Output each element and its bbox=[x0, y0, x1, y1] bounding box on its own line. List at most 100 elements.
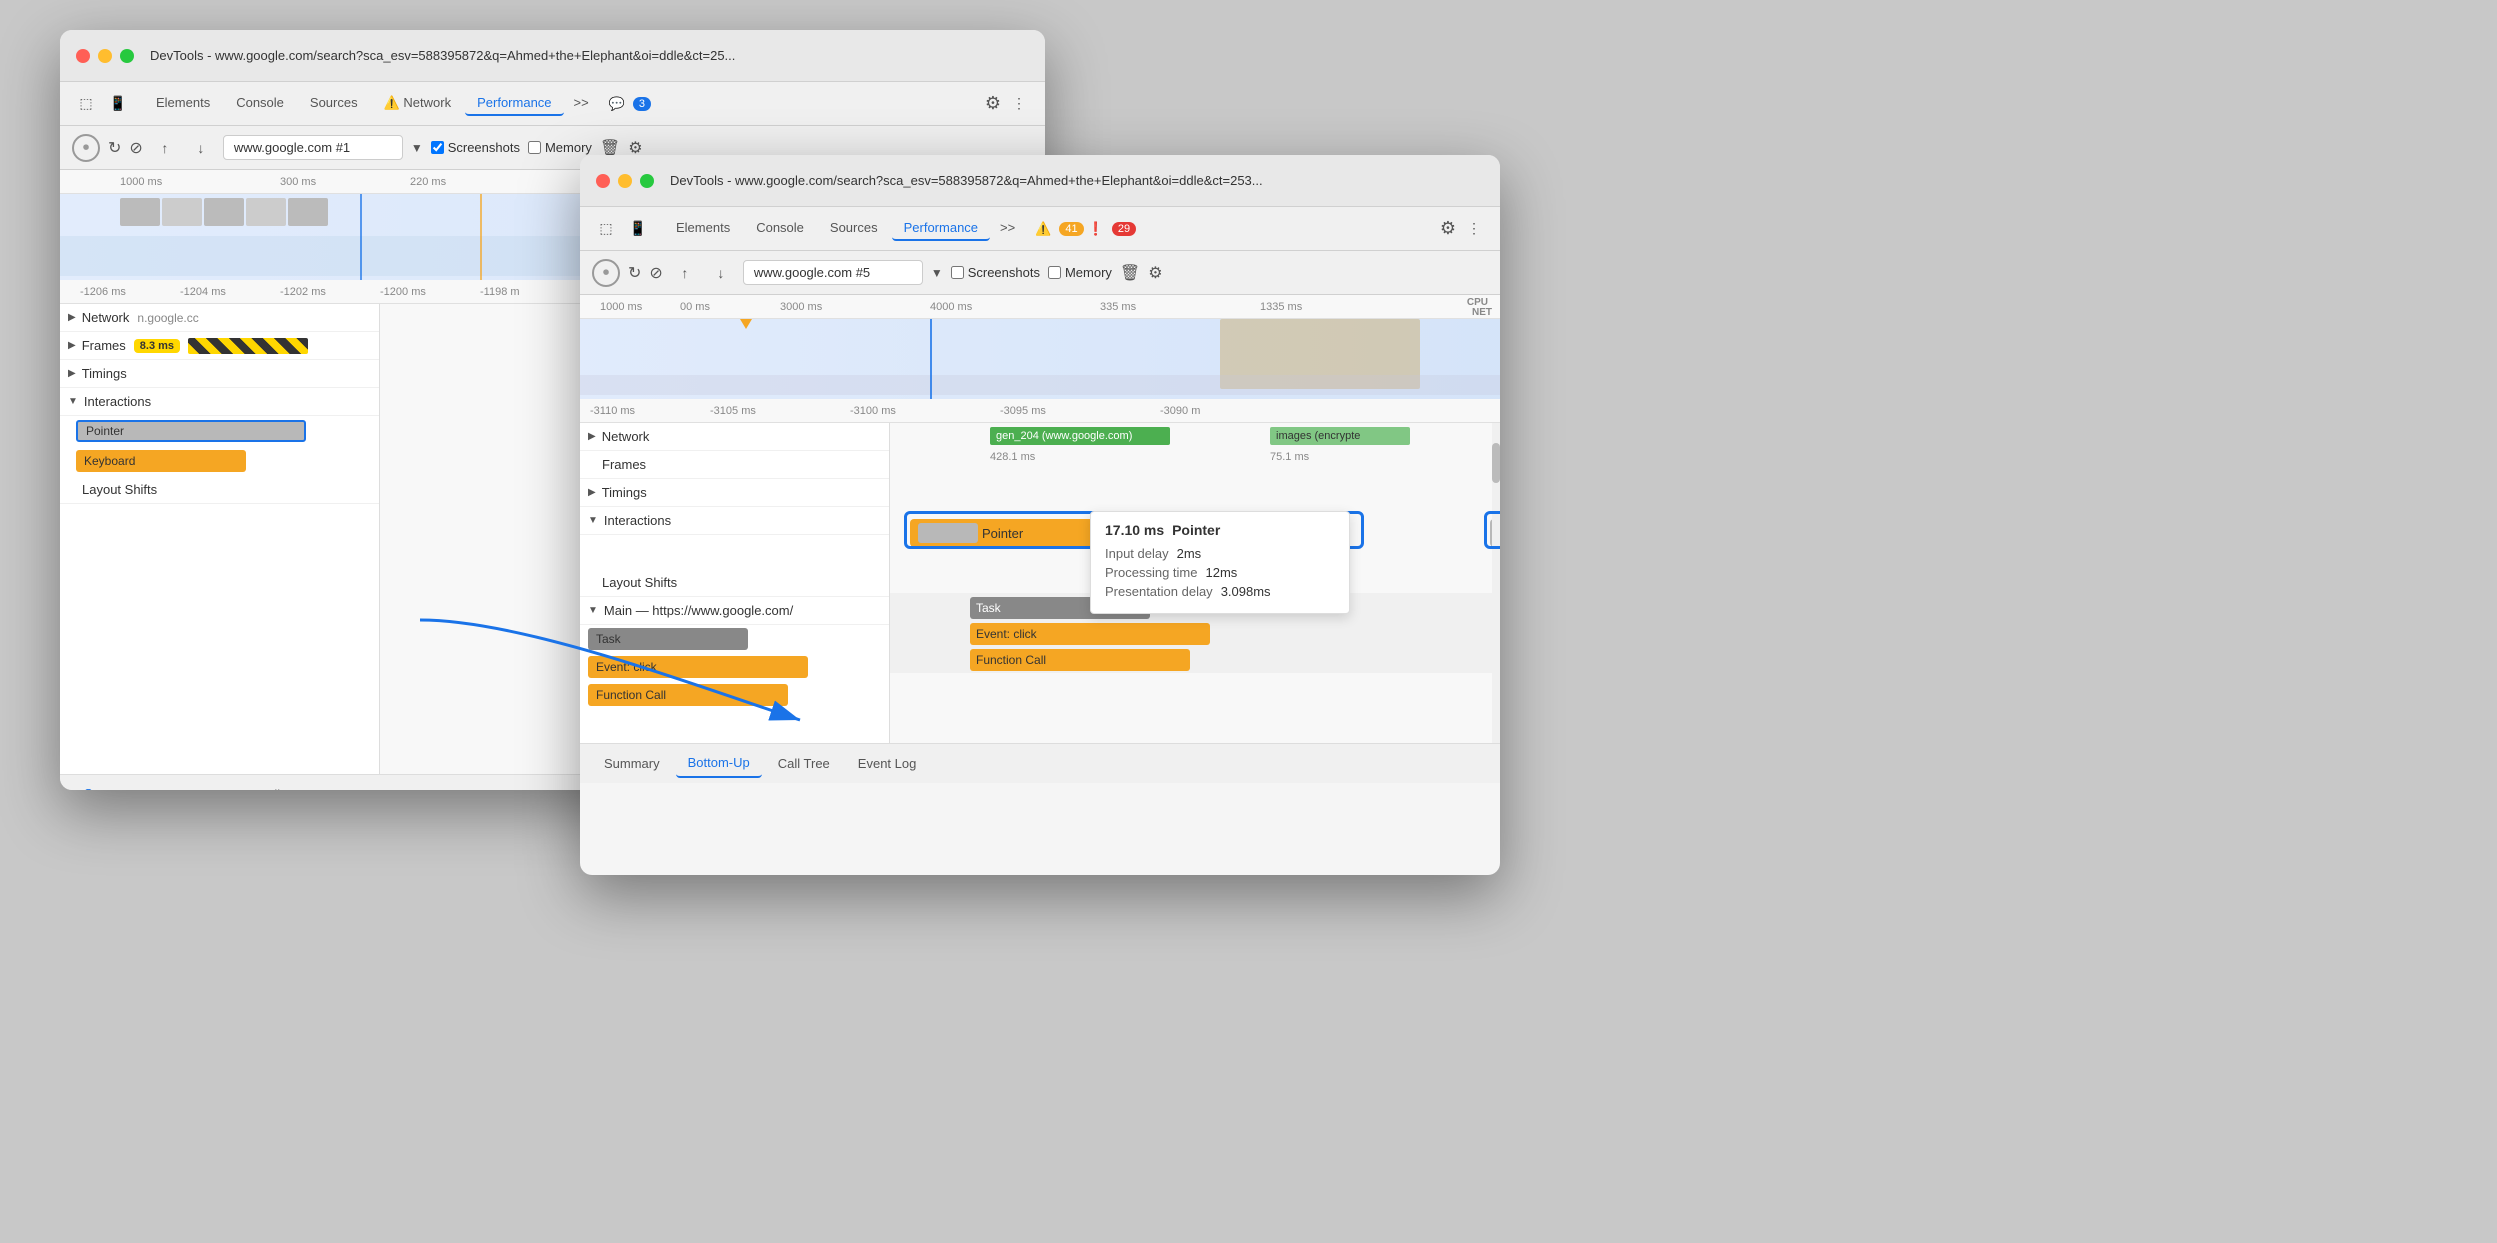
settings-icon-back[interactable]: ⚙ bbox=[985, 93, 1001, 114]
func-row-front: Function Call bbox=[580, 681, 889, 709]
tab-console-back[interactable]: Console bbox=[224, 91, 296, 116]
net-label-front: NET bbox=[1472, 307, 1492, 318]
tree-layout-shifts-back[interactable]: Layout Shifts bbox=[60, 476, 379, 504]
tab-elements-front[interactable]: Elements bbox=[664, 216, 742, 241]
ruler-tick-1-back: 1000 ms bbox=[120, 170, 162, 193]
arrow-main-front: ▼ bbox=[588, 605, 598, 616]
url-dropdown-front[interactable]: ▼ bbox=[931, 266, 943, 280]
tab-calltree-front[interactable]: Call Tree bbox=[766, 750, 842, 777]
scrollbar-front[interactable] bbox=[1492, 423, 1500, 743]
arrow-network-front: ▶ bbox=[588, 431, 596, 442]
tree-frames-front[interactable]: Frames bbox=[580, 451, 889, 479]
nav-toolbar-back: ⬚ 📱 Elements Console Sources ⚠️ Network … bbox=[60, 82, 1045, 126]
tab-console-front[interactable]: Console bbox=[744, 216, 816, 241]
minimize-button-front[interactable] bbox=[618, 174, 632, 188]
record-button-back[interactable]: ⏺ bbox=[72, 134, 100, 162]
clear-button-front[interactable]: ⊘ bbox=[649, 263, 662, 283]
ruler2-tick-4: -1200 ms bbox=[380, 280, 426, 303]
trash-icon-front[interactable]: 🗑 bbox=[1120, 263, 1140, 283]
tab-bottomup-front[interactable]: Bottom-Up bbox=[676, 749, 762, 778]
tree-main-front[interactable]: ▼ Main — https://www.google.com/ bbox=[580, 597, 889, 625]
ruler2-tick-front-5: -3090 m bbox=[1160, 405, 1200, 417]
ruler2-front: -3110 ms -3105 ms -3100 ms -3095 ms -309… bbox=[580, 399, 1500, 423]
device-icon-front[interactable]: 📱 bbox=[624, 215, 652, 243]
ruler-tick-front-5: 335 ms bbox=[1100, 301, 1136, 313]
record-button-front[interactable]: ⏺ bbox=[592, 259, 620, 287]
track-content-front: gen_204 (www.google.com) images (encrypt… bbox=[890, 423, 1500, 743]
window-title-back: DevTools - www.google.com/search?sca_esv… bbox=[150, 48, 1029, 63]
tab-eventlog-back[interactable]: Event Log bbox=[326, 781, 409, 790]
upload-icon-back[interactable]: ↑ bbox=[151, 134, 179, 162]
memory-check-back[interactable] bbox=[528, 141, 541, 154]
keyboard-bar-back[interactable]: Keyboard bbox=[76, 450, 246, 472]
ruler2-tick-front-3: -3100 ms bbox=[850, 405, 896, 417]
nav-tabs-back: Elements Console Sources ⚠️ Network Perf… bbox=[144, 91, 597, 116]
tab-calltree-back[interactable]: Call Tree bbox=[246, 781, 322, 790]
tree-network-back[interactable]: ▶ Network n.google.cc bbox=[60, 304, 379, 332]
reload-button-back[interactable]: ↻ bbox=[108, 138, 121, 158]
func-bar-front[interactable]: Function Call bbox=[588, 684, 788, 706]
more-options-back[interactable]: ⋮ bbox=[1005, 90, 1033, 118]
pointer-spacer bbox=[588, 539, 881, 563]
pointer-bar-back[interactable]: Pointer bbox=[76, 420, 306, 442]
tab-performance-back[interactable]: Performance bbox=[465, 91, 563, 116]
tree-network-front[interactable]: ▶ Network bbox=[580, 423, 889, 451]
memory-checkbox-back: Memory bbox=[528, 140, 592, 155]
tab-sources-front[interactable]: Sources bbox=[818, 216, 890, 241]
settings-icon-front[interactable]: ⚙ bbox=[1440, 218, 1456, 239]
minimize-button-back[interactable] bbox=[98, 49, 112, 63]
url-display-front[interactable]: www.google.com #5 bbox=[743, 260, 923, 285]
tree-timings-back[interactable]: ▶ Timings bbox=[60, 360, 379, 388]
pointer-row-back: Pointer bbox=[60, 416, 379, 446]
tree-timings-front[interactable]: ▶ Timings bbox=[580, 479, 889, 507]
ruler-tick-2-back: 300 ms bbox=[280, 170, 316, 193]
tab-sources-back[interactable]: Sources bbox=[298, 91, 370, 116]
clear-button-back[interactable]: ⊘ bbox=[129, 138, 142, 158]
download-icon-front[interactable]: ↓ bbox=[707, 259, 735, 287]
screenshots-check-back[interactable] bbox=[431, 141, 444, 154]
maximize-button-back[interactable] bbox=[120, 49, 134, 63]
tab-eventlog-front[interactable]: Event Log bbox=[846, 750, 929, 777]
url-dropdown-back[interactable]: ▼ bbox=[411, 141, 423, 155]
more-tabs-back[interactable]: >> bbox=[566, 91, 597, 116]
tab-performance-front[interactable]: Performance bbox=[892, 216, 990, 241]
scrollbar-thumb-front[interactable] bbox=[1492, 443, 1500, 483]
tab-bottomup-back[interactable]: Bottom-Up bbox=[156, 781, 242, 790]
tree-interactions-back[interactable]: ▼ Interactions bbox=[60, 388, 379, 416]
reload-button-front[interactable]: ↻ bbox=[628, 263, 641, 283]
nav-toolbar-front: ⬚ 📱 Elements Console Sources Performance… bbox=[580, 207, 1500, 251]
memory-check-front[interactable] bbox=[1048, 266, 1061, 279]
tab-network-back[interactable]: ⚠️ Network bbox=[372, 91, 464, 116]
more-tabs-front[interactable]: >> bbox=[992, 216, 1023, 241]
network-url-back: n.google.cc bbox=[137, 311, 198, 325]
func-content-bar: Function Call bbox=[970, 649, 1190, 671]
upload-icon-front[interactable]: ↑ bbox=[671, 259, 699, 287]
gear-icon-front[interactable]: ⚙ bbox=[1148, 263, 1162, 283]
tooltip-pointer: 17.10 ms Pointer Input delay 2ms Process… bbox=[1090, 511, 1350, 614]
tab-summary-back[interactable]: Summary bbox=[72, 780, 152, 790]
task-bar-front[interactable]: Task bbox=[588, 628, 748, 650]
event-bar-front[interactable]: Event: click bbox=[588, 656, 808, 678]
tree-frames-back[interactable]: ▶ Frames 8.3 ms bbox=[60, 332, 379, 360]
device-icon-back[interactable]: 📱 bbox=[104, 90, 132, 118]
download-icon-back[interactable]: ↓ bbox=[187, 134, 215, 162]
cursor-icon-back[interactable]: ⬚ bbox=[72, 90, 100, 118]
maximize-button-front[interactable] bbox=[640, 174, 654, 188]
close-button-front[interactable] bbox=[596, 174, 610, 188]
badge-err-front: 29 bbox=[1112, 222, 1136, 236]
network-bar-images: images (encrypte bbox=[1270, 427, 1410, 445]
cursor-icon-front[interactable]: ⬚ bbox=[592, 215, 620, 243]
tree-layout-shifts-front[interactable]: Layout Shifts bbox=[580, 569, 889, 597]
timeline-content-front[interactable] bbox=[580, 319, 1500, 399]
badge-warn-front: 41 bbox=[1059, 222, 1083, 236]
close-button-back[interactable] bbox=[76, 49, 90, 63]
tab-summary-front[interactable]: Summary bbox=[592, 750, 672, 777]
main-panels-front: ▶ Network Frames ▶ Timings ▼ Interaction… bbox=[580, 423, 1500, 743]
tree-interactions-front[interactable]: ▼ Interactions bbox=[580, 507, 889, 535]
pointer-track-row bbox=[580, 535, 889, 569]
more-options-front[interactable]: ⋮ bbox=[1460, 215, 1488, 243]
tab-elements-back[interactable]: Elements bbox=[144, 91, 222, 116]
ruler2-tick-1: -1206 ms bbox=[80, 280, 126, 303]
url-display-back[interactable]: www.google.com #1 bbox=[223, 135, 403, 160]
screenshots-check-front[interactable] bbox=[951, 266, 964, 279]
